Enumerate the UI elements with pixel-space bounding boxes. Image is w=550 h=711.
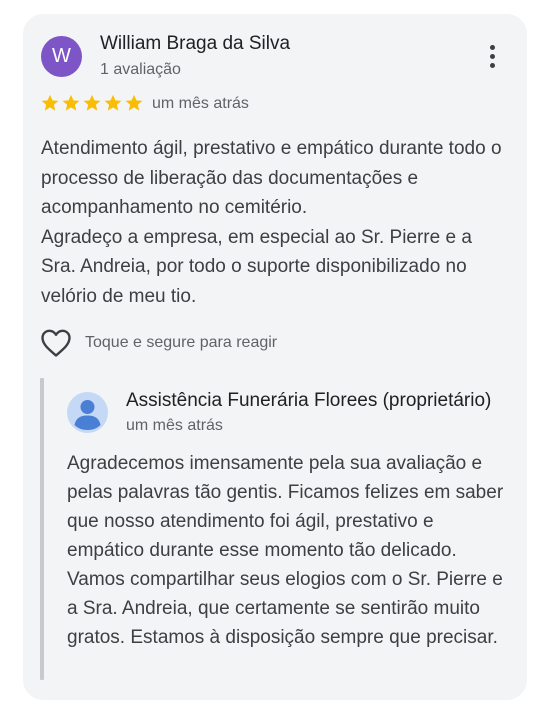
star-rating	[40, 93, 144, 115]
more-options-button[interactable]	[478, 38, 506, 74]
review-text-paragraph: Agradeço a empresa, em especial ao Sr. P…	[41, 226, 472, 307]
reply-indent-bar	[40, 378, 44, 680]
more-vert-icon-dot	[489, 44, 495, 50]
review-text: Atendimento ágil, prestativo e empático …	[41, 134, 511, 311]
review-text-paragraph: Atendimento ágil, prestativo e empático …	[41, 138, 502, 218]
star-icon	[104, 94, 122, 111]
heart-outline-icon	[41, 329, 71, 357]
reviewer-review-count: 1 avaliação	[100, 61, 181, 78]
reviewer-name[interactable]: William Braga da Silva	[100, 33, 290, 55]
default-person-icon	[74, 400, 101, 430]
owner-reply-text: Agradecemos imensamente pela sua avaliaç…	[67, 453, 504, 648]
react-label: Toque e segure para reagir	[85, 334, 278, 351]
owner-reply-date: um mês atrás	[126, 417, 223, 434]
more-vert-icon-dot	[489, 53, 495, 59]
owner-avatar	[67, 392, 108, 433]
star-icon	[62, 94, 80, 111]
more-vert-icon-dot	[489, 62, 495, 68]
owner-name: Assistência Funerária Florees (proprietá…	[126, 390, 492, 411]
star-icon	[41, 94, 59, 111]
star-icon	[83, 94, 101, 111]
reviewer-avatar[interactable]: W	[41, 36, 82, 77]
react-button[interactable]: Toque e segure para reagir	[40, 328, 277, 358]
review-date: um mês atrás	[152, 95, 249, 112]
star-icon	[125, 94, 143, 111]
